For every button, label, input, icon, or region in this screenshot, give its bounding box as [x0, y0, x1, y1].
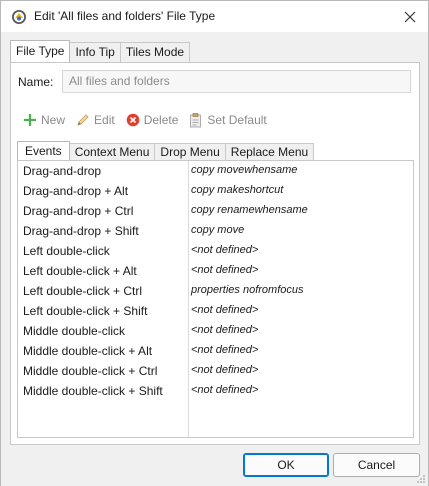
event-name: Drag-and-drop + Ctrl — [23, 204, 134, 218]
pencil-icon — [77, 114, 89, 126]
close-icon — [404, 11, 416, 22]
event-name: Left double-click + Alt — [23, 264, 137, 278]
event-row[interactable]: Drag-and-drop + Ctrl copy renamewhensame — [18, 201, 413, 221]
delete-button[interactable]: Delete — [126, 113, 179, 127]
event-row[interactable]: Drag-and-drop + Alt copy makeshortcut — [18, 181, 413, 201]
name-label: Name: — [18, 75, 54, 89]
event-command: copy move — [191, 224, 245, 236]
event-name: Drag-and-drop — [23, 164, 102, 178]
event-row[interactable]: Left double-click + Shift <not defined> — [18, 301, 413, 321]
event-name: Middle double-click + Shift — [23, 384, 163, 398]
event-name: Middle double-click + Ctrl — [23, 364, 158, 378]
tab-info-tip[interactable]: Info Tip — [69, 42, 121, 62]
delete-icon — [126, 113, 140, 127]
resize-grip-icon[interactable] — [416, 474, 426, 484]
event-row[interactable]: Left double-click + Ctrl properties nofr… — [18, 281, 413, 301]
app-icon — [11, 9, 27, 25]
cancel-button[interactable]: Cancel — [333, 453, 420, 477]
event-row[interactable]: Left double-click <not defined> — [18, 241, 413, 261]
tab-replace-menu[interactable]: Replace Menu — [224, 143, 315, 160]
set-default-icon — [190, 113, 202, 128]
event-row[interactable]: Drag-and-drop copy movewhensame — [18, 161, 413, 181]
event-row[interactable]: Middle double-click <not defined> — [18, 321, 413, 341]
plus-icon — [24, 114, 36, 126]
close-button[interactable] — [392, 1, 428, 32]
inner-tab-strip: Events Context Menu Drop Menu Replace Me… — [17, 141, 315, 160]
event-name: Left double-click + Ctrl — [23, 284, 143, 298]
delete-button-label: Delete — [143, 113, 179, 127]
outer-tab-strip: File Type Info Tip Tiles Mode — [10, 40, 191, 62]
tab-tiles-mode[interactable]: Tiles Mode — [119, 42, 191, 62]
event-command: properties nofromfocus — [191, 284, 304, 296]
event-command: <not defined> — [191, 244, 259, 256]
events-list: Drag-and-drop copy movewhensame Drag-and… — [17, 160, 414, 438]
file-type-panel: Name: All files and folders New Edit Del… — [10, 62, 420, 445]
event-row[interactable]: Middle double-click + Shift <not defined… — [18, 381, 413, 401]
name-field[interactable]: All files and folders — [62, 70, 411, 93]
event-row[interactable]: Middle double-click + Alt <not defined> — [18, 341, 413, 361]
dialog-footer: OK Cancel — [1, 446, 428, 486]
event-command: copy renamewhensame — [191, 204, 308, 216]
title-bar: Edit 'All files and folders' File Type — [1, 1, 428, 32]
event-command: copy makeshortcut — [191, 184, 284, 196]
event-name: Drag-and-drop + Alt — [23, 184, 129, 198]
new-button-label: New — [41, 113, 66, 127]
event-command: <not defined> — [191, 364, 259, 376]
event-toolbar: New Edit Delete Set Default — [23, 111, 278, 129]
event-command: <not defined> — [191, 384, 259, 396]
tab-context-menu[interactable]: Context Menu — [68, 143, 156, 160]
event-command: <not defined> — [191, 344, 259, 356]
event-command: copy movewhensame — [191, 164, 298, 176]
edit-button-label: Edit — [94, 113, 115, 127]
event-name: Drag-and-drop + Shift — [23, 224, 139, 238]
event-command: <not defined> — [191, 324, 259, 336]
edit-button[interactable]: Edit — [76, 113, 115, 127]
tab-events[interactable]: Events — [17, 141, 70, 160]
event-name: Middle double-click — [23, 324, 126, 338]
event-name: Left double-click — [23, 244, 110, 258]
window-title: Edit 'All files and folders' File Type — [34, 9, 216, 23]
tab-drop-menu[interactable]: Drop Menu — [154, 143, 226, 160]
new-button[interactable]: New — [23, 113, 65, 127]
event-name: Left double-click + Shift — [23, 304, 148, 318]
set-default-button-label: Set Default — [207, 113, 267, 127]
event-row[interactable]: Left double-click + Alt <not defined> — [18, 261, 413, 281]
set-default-button[interactable]: Set Default — [189, 112, 267, 128]
tab-file-type[interactable]: File Type — [10, 40, 71, 62]
edit-file-type-dialog: Edit 'All files and folders' File Type F… — [0, 0, 429, 486]
event-row[interactable]: Middle double-click + Ctrl <not defined> — [18, 361, 413, 381]
event-name: Middle double-click + Alt — [23, 344, 153, 358]
event-command: <not defined> — [191, 264, 259, 276]
event-row[interactable]: Drag-and-drop + Shift copy move — [18, 221, 413, 241]
ok-button[interactable]: OK — [243, 453, 329, 477]
event-command: <not defined> — [191, 304, 259, 316]
